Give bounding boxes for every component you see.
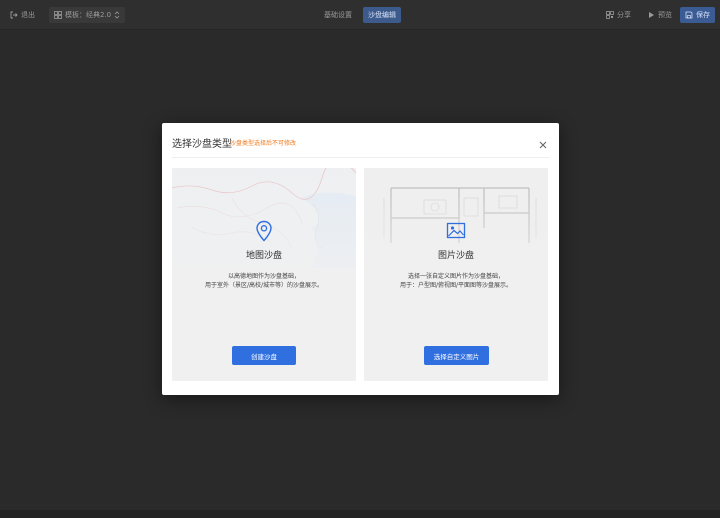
- card-description-line: 用于室外（景区/高校/城市等）的沙盘展示。: [204, 282, 324, 289]
- create-sandbox-button[interactable]: 创建沙盘: [232, 346, 296, 365]
- card-description: 以高德地图作为沙盘基础， 用于室外（景区/高校/城市等）的沙盘展示。: [172, 272, 356, 290]
- dialog-warning-note: 沙盘类型选择后不可修改: [230, 140, 297, 147]
- exit-label: 退出: [21, 11, 35, 19]
- card-description-line: 以高德地图作为沙盘基础，: [227, 273, 300, 280]
- card-description-line: 选择一张自定义图片作为沙盘基础，: [407, 273, 504, 280]
- exit-button[interactable]: 退出: [10, 7, 35, 23]
- share-label: 分享: [617, 11, 631, 19]
- choose-custom-image-button[interactable]: 选择自定义图片: [424, 346, 489, 365]
- save-icon: [685, 11, 693, 19]
- updown-icon: [114, 11, 120, 19]
- qr-code-icon: [606, 11, 614, 19]
- tab-sandbox-edit[interactable]: 沙盘编辑: [363, 7, 401, 23]
- tab-label: 基础设置: [324, 11, 352, 19]
- share-button[interactable]: 分享: [606, 7, 631, 23]
- play-icon: [649, 12, 654, 18]
- top-toolbar: 退出 模板：经典2.0 基础设置 沙盘编辑 分享 预览 保存: [0, 0, 720, 30]
- dialog-divider: [172, 157, 549, 158]
- template-select[interactable]: 模板：经典2.0: [49, 7, 126, 23]
- card-title: 图片沙盘: [437, 251, 474, 261]
- close-button[interactable]: [538, 135, 548, 149]
- save-label: 保存: [696, 11, 710, 19]
- exit-icon: [10, 11, 18, 19]
- select-sandbox-type-dialog: 选择沙盘类型 沙盘类型选择后不可修改 地图沙盘 以高德地图作为沙盘基础， 用于室…: [162, 123, 559, 395]
- bottom-bar: [0, 510, 720, 518]
- card-description: 选择一张自定义图片作为沙盘基础， 用于：户型图/俯视图/平面图等沙盘展示。: [364, 272, 548, 290]
- preview-button[interactable]: 预览: [647, 7, 672, 23]
- preview-label: 预览: [658, 11, 672, 19]
- close-icon: [539, 141, 547, 149]
- image-icon: [446, 222, 466, 239]
- save-button[interactable]: 保存: [680, 7, 715, 23]
- template-label: 模板：经典2.0: [65, 11, 112, 19]
- dialog-title: 选择沙盘类型: [172, 139, 232, 150]
- tab-label: 沙盘编辑: [368, 11, 396, 19]
- image-sandbox-card[interactable]: 图片沙盘 选择一张自定义图片作为沙盘基础， 用于：户型图/俯视图/平面图等沙盘展…: [364, 168, 548, 381]
- map-pin-icon: [256, 220, 272, 242]
- card-description-line: 用于：户型图/俯视图/平面图等沙盘展示。: [399, 282, 513, 289]
- template-icon: [54, 11, 62, 19]
- tab-basic-settings[interactable]: 基础设置: [320, 7, 356, 23]
- card-title: 地图沙盘: [245, 251, 282, 261]
- map-sandbox-card[interactable]: 地图沙盘 以高德地图作为沙盘基础， 用于室外（景区/高校/城市等）的沙盘展示。 …: [172, 168, 356, 381]
